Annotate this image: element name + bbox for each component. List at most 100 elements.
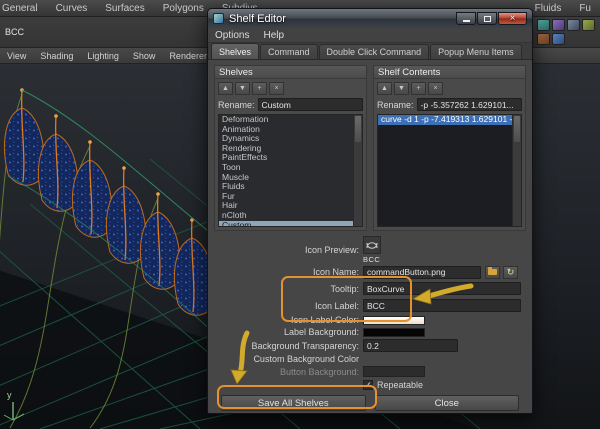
tooltip-input[interactable]	[363, 282, 521, 295]
maximize-icon	[483, 15, 491, 22]
content-list-item-selected[interactable]: curve -d 1 -p -7.419313 1.629101 -8.6698…	[378, 115, 521, 125]
dialog-titlebar[interactable]: Shelf Editor ×	[208, 9, 532, 28]
shelf-contents-list[interactable]: curve -d 1 -p -7.419313 1.629101 -8.6698…	[377, 114, 522, 227]
panel-menu-shading[interactable]: Shading	[33, 51, 80, 61]
minimize-button[interactable]	[456, 12, 476, 25]
shelf-list-item[interactable]: Animation	[219, 125, 362, 135]
shelf-icon[interactable]	[537, 19, 550, 31]
dialog-menubar: Options Help	[208, 28, 532, 43]
contents-toolbar: ▲ ▼ + ×	[377, 82, 522, 95]
shelves-rename-input[interactable]	[257, 98, 363, 111]
shelf-list-item[interactable]: Deformation	[219, 115, 362, 125]
button-background-label: Button Background:	[279, 366, 359, 377]
custom-background-color-label: Custom Background Color	[253, 354, 359, 364]
icon-name-label: Icon Name:	[312, 267, 359, 277]
shelf-list-item[interactable]: Dynamics	[219, 134, 362, 144]
close-icon: ×	[509, 12, 516, 24]
shelf-list-item[interactable]: Hair	[219, 201, 362, 211]
scrollbar-thumb[interactable]	[514, 116, 520, 142]
refresh-button[interactable]: ↻	[503, 265, 518, 279]
close-dialog-button[interactable]: Close	[374, 395, 519, 411]
shelf-list-item[interactable]: Rendering	[219, 144, 362, 154]
axis-y-label: y	[7, 390, 12, 400]
shelf-list-item[interactable]: Fur	[219, 192, 362, 202]
shelf-icon[interactable]	[552, 33, 565, 45]
shelf-list-item[interactable]: Fluids	[219, 182, 362, 192]
icon-label-color-swatch[interactable]	[363, 315, 425, 325]
delete-item-icon[interactable]: ×	[428, 82, 443, 95]
shelf-list-item[interactable]: nCloth	[219, 211, 362, 221]
move-item-up-icon[interactable]: ▲	[377, 82, 392, 95]
shelves-rename-label: Rename:	[218, 99, 255, 110]
icon-label-label: Icon Label:	[314, 300, 359, 311]
shelf-icon[interactable]	[537, 33, 550, 45]
browse-button[interactable]	[485, 265, 500, 279]
contents-rename-input[interactable]	[416, 98, 522, 111]
shelves-list[interactable]: Deformation Animation Dynamics Rendering…	[218, 114, 363, 227]
background-transparency-label: Background Transparency:	[251, 340, 359, 351]
shelves-toolbar: ▲ ▼ + ×	[218, 82, 363, 95]
minimize-icon	[462, 20, 470, 22]
delete-shelf-icon[interactable]: ×	[269, 82, 284, 95]
save-all-shelves-button[interactable]: Save All Shelves	[221, 395, 366, 411]
move-item-down-icon[interactable]: ▼	[394, 82, 409, 95]
dialog-title: Shelf Editor	[229, 12, 286, 25]
shelves-group-title: Shelves	[215, 66, 366, 79]
menu-options[interactable]: Options	[208, 30, 256, 41]
menu-surfaces[interactable]: Surfaces	[96, 3, 153, 14]
tab-command[interactable]: Command	[260, 44, 318, 59]
tab-shelves[interactable]: Shelves	[211, 43, 260, 59]
icon-preview-label: Icon Preview:	[304, 245, 359, 255]
new-shelf-icon[interactable]: +	[252, 82, 267, 95]
shelf-icon-row	[537, 19, 597, 45]
shelf-icon[interactable]	[582, 19, 595, 31]
icon-label-input[interactable]	[363, 299, 521, 312]
shelf-contents-group-body: ▲ ▼ + × Rename: curve -d 1 -p -7.419313 …	[374, 79, 525, 230]
contents-rename-label: Rename:	[377, 99, 414, 110]
shelf-list-item[interactable]: Muscle	[219, 173, 362, 183]
shelf-list-item[interactable]: Toon	[219, 163, 362, 173]
maximize-button[interactable]	[477, 12, 497, 25]
tooltip-label: Tooltip:	[330, 283, 359, 294]
item-properties-form: Icon Preview: BCC Icon Name: ↻ Tooltip:	[208, 234, 532, 391]
tooltip-row: Tooltip:	[214, 280, 525, 297]
shelves-scrollbar[interactable]	[353, 115, 362, 226]
shelf-editor-dialog: Shelf Editor × Options Help Shelves Comm…	[207, 8, 533, 414]
label-background-row: Label Background:	[214, 326, 525, 338]
label-background-label: Label Background:	[283, 327, 359, 337]
background-transparency-input[interactable]	[363, 339, 458, 352]
menu-curves[interactable]: Curves	[47, 3, 97, 14]
tab-popup-menu-items[interactable]: Popup Menu Items	[430, 44, 522, 59]
shelf-list-item[interactable]: PaintEffects	[219, 153, 362, 163]
label-background-swatch[interactable]	[363, 327, 425, 337]
dialog-buttons: Save All Shelves Close	[208, 391, 532, 411]
contents-rename-row: Rename:	[377, 98, 522, 111]
close-button[interactable]: ×	[498, 12, 527, 25]
folder-icon	[488, 267, 497, 275]
panel-menu-show[interactable]: Show	[126, 51, 163, 61]
custom-background-color-row: Custom Background Color	[214, 353, 525, 365]
icon-preview: BCC	[363, 236, 381, 264]
repeatable-row: ✓ Repeatable	[214, 378, 525, 391]
contents-scrollbar[interactable]	[512, 115, 521, 226]
shelf-icon[interactable]	[552, 19, 565, 31]
panel-menu-lighting[interactable]: Lighting	[80, 51, 126, 61]
menu-general[interactable]: General	[0, 3, 47, 14]
menu-polygons[interactable]: Polygons	[154, 3, 213, 14]
shelf-list-item-selected[interactable]: Custom	[219, 220, 362, 226]
background-transparency-row: Background Transparency:	[214, 338, 525, 353]
icon-label-color-label: Icon Label Color:	[290, 315, 359, 325]
panel-menu-view[interactable]: View	[0, 51, 33, 61]
shelf-icon[interactable]	[567, 19, 580, 31]
tab-double-click-command[interactable]: Double Click Command	[318, 44, 430, 59]
menu-help[interactable]: Help	[256, 30, 291, 41]
repeatable-checkbox[interactable]: ✓	[363, 379, 373, 390]
icon-name-input[interactable]	[363, 265, 481, 279]
menu-fur[interactable]: Fu	[570, 3, 600, 14]
refresh-icon: ↻	[506, 266, 515, 277]
scrollbar-thumb[interactable]	[355, 116, 361, 142]
new-item-icon[interactable]: +	[411, 82, 426, 95]
move-shelf-down-icon[interactable]: ▼	[235, 82, 250, 95]
shelf-tab-bcc[interactable]: BCC	[5, 27, 24, 37]
move-shelf-up-icon[interactable]: ▲	[218, 82, 233, 95]
